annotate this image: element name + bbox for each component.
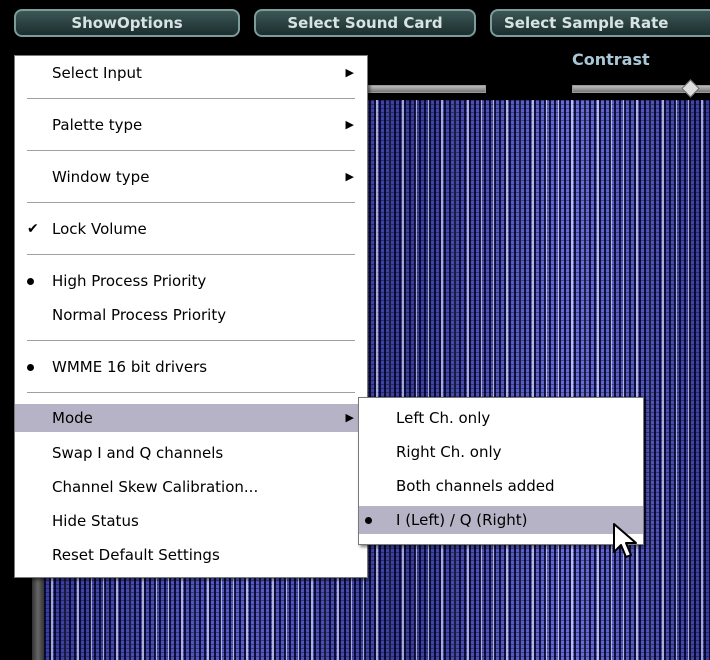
show-options-button[interactable]: ShowOptions — [14, 9, 240, 37]
menu-item-label: Hide Status — [52, 512, 139, 530]
menu-item-label: Normal Process Priority — [52, 306, 227, 324]
menu-item-palette-type[interactable]: Palette type ▶ — [15, 111, 367, 139]
options-menu: Select Input ▶ Palette type ▶ Window typ… — [14, 55, 368, 578]
menu-separator — [27, 340, 355, 341]
menu-item-high-process-priority[interactable]: High Process Priority — [15, 267, 367, 295]
toolbar: ShowOptions Select Sound Card Select Sam… — [0, 0, 710, 46]
menu-item-label: High Process Priority — [52, 272, 207, 290]
menu-item-channel-skew-calibration[interactable]: Channel Skew Calibration... — [15, 473, 367, 501]
menu-item-mode[interactable]: Mode ▶ — [15, 404, 367, 432]
menu-item-swap-iq[interactable]: Swap I and Q channels — [15, 439, 367, 467]
submenu-arrow-icon: ▶ — [345, 118, 354, 131]
mode-submenu: Left Ch. only Right Ch. only Both channe… — [358, 397, 644, 545]
submenu-item-both-channels-added[interactable]: Both channels added — [359, 472, 643, 500]
menu-item-label: Window type — [52, 168, 150, 186]
menu-separator — [27, 254, 355, 255]
menu-item-label: Right Ch. only — [396, 443, 502, 461]
select-sample-rate-button[interactable]: Select Sample Rate — [490, 9, 710, 37]
menu-item-label: I (Left) / Q (Right) — [396, 511, 528, 529]
menu-item-label: Mode — [52, 409, 93, 427]
bullet-icon — [27, 353, 34, 381]
menu-item-label: Reset Default Settings — [52, 546, 220, 564]
menu-item-wmme-drivers[interactable]: WMME 16 bit drivers — [15, 353, 367, 381]
select-sound-card-button[interactable]: Select Sound Card — [254, 9, 476, 37]
menu-item-normal-process-priority[interactable]: Normal Process Priority — [15, 301, 367, 329]
menu-item-label: Both channels added — [396, 477, 555, 495]
submenu-arrow-icon: ▶ — [345, 66, 354, 79]
menu-item-window-type[interactable]: Window type ▶ — [15, 163, 367, 191]
submenu-item-i-left-q-right[interactable]: I (Left) / Q (Right) — [359, 506, 643, 534]
menu-item-label: Swap I and Q channels — [52, 444, 224, 462]
menu-item-label: Palette type — [52, 116, 143, 134]
bullet-icon — [27, 267, 34, 295]
menu-item-label: Left Ch. only — [396, 409, 491, 427]
contrast-label: Contrast — [572, 50, 650, 69]
menu-item-label: Lock Volume — [52, 220, 147, 238]
menu-item-reset-default-settings[interactable]: Reset Default Settings — [15, 541, 367, 569]
menu-item-label: WMME 16 bit drivers — [52, 358, 208, 376]
menu-item-select-input[interactable]: Select Input ▶ — [15, 59, 367, 87]
contrast-slider-thumb[interactable] — [681, 79, 700, 98]
submenu-arrow-icon: ▶ — [345, 411, 354, 424]
menu-separator — [27, 202, 355, 203]
menu-item-label: Select Input — [52, 64, 142, 82]
menu-item-lock-volume[interactable]: ✔ Lock Volume — [15, 215, 367, 243]
menu-item-label: Channel Skew Calibration... — [52, 478, 259, 496]
menu-separator — [27, 98, 355, 99]
submenu-arrow-icon: ▶ — [345, 170, 354, 183]
submenu-item-left-ch-only[interactable]: Left Ch. only — [359, 404, 643, 432]
brightness-slider-track[interactable] — [360, 85, 486, 93]
menu-separator — [27, 150, 355, 151]
submenu-item-right-ch-only[interactable]: Right Ch. only — [359, 438, 643, 466]
check-icon: ✔ — [27, 221, 39, 237]
menu-item-hide-status[interactable]: Hide Status — [15, 507, 367, 535]
mouse-cursor-icon — [613, 523, 637, 558]
bullet-icon — [365, 506, 372, 534]
menu-separator — [27, 392, 355, 393]
